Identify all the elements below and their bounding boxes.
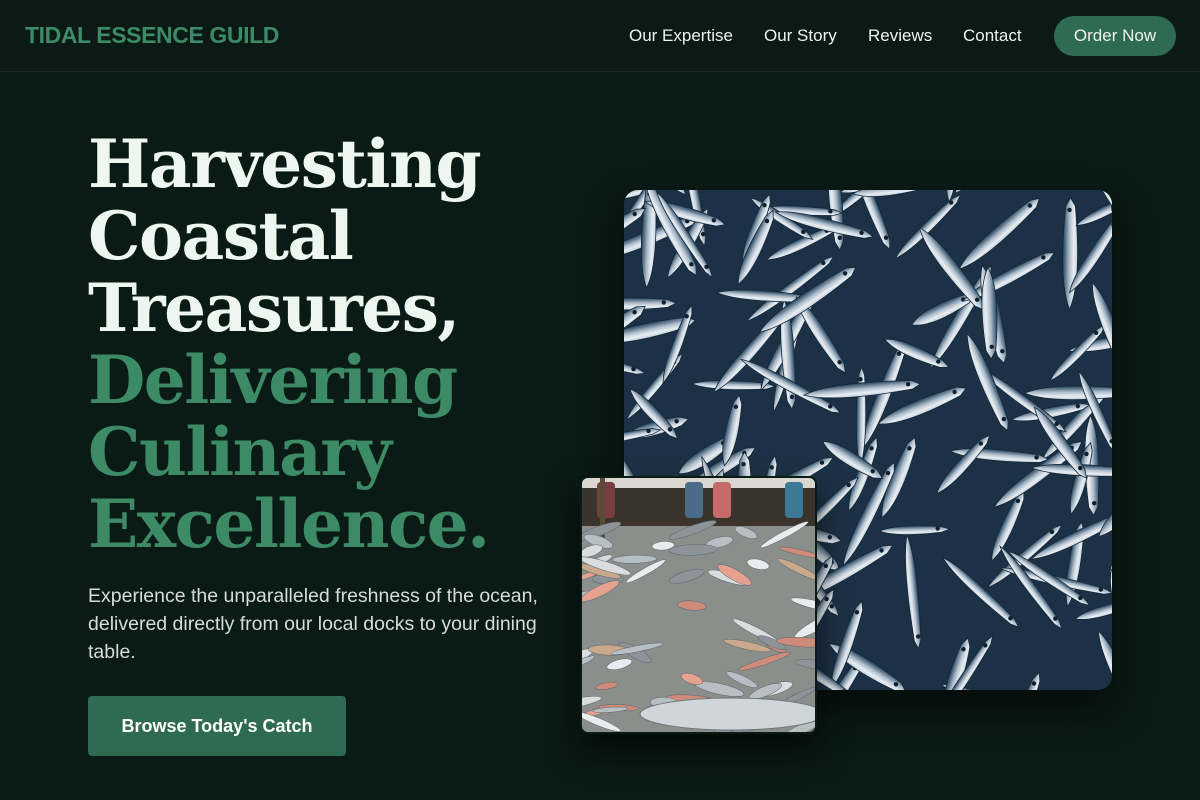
brand-logo[interactable]: TIDAL ESSENCE GUILD xyxy=(25,22,279,49)
headline-line: Treasures, xyxy=(88,269,460,347)
order-now-button[interactable]: Order Now xyxy=(1054,16,1176,56)
headline-accent-line: Delivering xyxy=(88,341,458,419)
headline-line: Harvesting xyxy=(88,125,482,203)
nav-link-our-story[interactable]: Our Story xyxy=(764,26,837,46)
nav-link-contact[interactable]: Contact xyxy=(963,26,1022,46)
nav-link-reviews[interactable]: Reviews xyxy=(868,26,932,46)
fish-market-photo xyxy=(580,476,817,734)
hero-subtext: Experience the unparalleled freshness of… xyxy=(88,585,538,663)
top-nav-bar: TIDAL ESSENCE GUILD Our Expertise Our St… xyxy=(0,0,1200,72)
hero-headline: Harvesting Coastal Treasures, Delivering… xyxy=(88,128,588,560)
browse-catch-button[interactable]: Browse Today's Catch xyxy=(88,696,346,756)
nav-link-our-expertise[interactable]: Our Expertise xyxy=(629,26,733,46)
headline-line: Coastal xyxy=(88,197,354,275)
headline-accent-line: Culinary xyxy=(88,413,392,491)
headline-accent-line: Excellence. xyxy=(88,485,490,563)
